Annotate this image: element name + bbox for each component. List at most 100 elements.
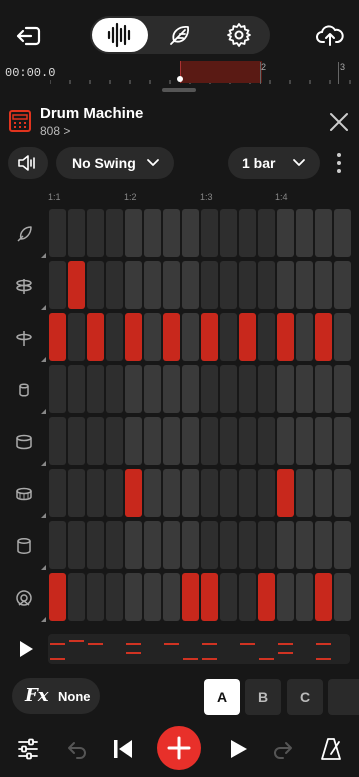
step-cell[interactable] [68,521,85,569]
step-cell[interactable] [68,469,85,517]
skip-back-button[interactable] [111,737,135,761]
step-cell[interactable] [144,209,161,257]
step-cell[interactable] [182,365,199,413]
step-cell[interactable] [315,417,332,465]
step-cell[interactable] [144,261,161,309]
step-cell[interactable] [125,365,142,413]
pattern-c-button[interactable]: C [287,679,323,715]
step-cell[interactable] [334,261,351,309]
step-cell[interactable] [182,261,199,309]
step-cell[interactable] [277,573,294,621]
swing-dropdown[interactable]: No Swing [56,147,174,179]
step-cell[interactable] [315,261,332,309]
step-cell[interactable] [296,521,313,569]
step-cell[interactable] [163,469,180,517]
step-cell[interactable] [144,417,161,465]
step-cell[interactable] [201,417,218,465]
step-cell[interactable] [49,209,66,257]
mixer-button[interactable] [17,738,39,760]
step-cell[interactable] [125,521,142,569]
step-cell[interactable] [315,521,332,569]
pattern-b-button[interactable]: B [245,679,281,715]
track-button-4[interactable] [12,378,36,402]
step-cell[interactable] [239,417,256,465]
step-cell[interactable] [239,209,256,257]
step-cell[interactable] [258,573,275,621]
step-cell[interactable] [220,209,237,257]
step-cell[interactable] [239,573,256,621]
step-cell[interactable] [258,313,275,361]
step-cell[interactable] [106,417,123,465]
step-cell[interactable] [87,417,104,465]
step-cell[interactable] [106,469,123,517]
step-cell[interactable] [182,469,199,517]
step-cell[interactable] [106,209,123,257]
step-cell[interactable] [220,365,237,413]
step-cell[interactable] [49,261,66,309]
step-cell[interactable] [334,209,351,257]
step-cell[interactable] [68,417,85,465]
step-cell[interactable] [296,469,313,517]
step-cell[interactable] [87,521,104,569]
step-cell[interactable] [334,417,351,465]
loop-region[interactable] [180,61,262,83]
step-cell[interactable] [163,313,180,361]
step-cell[interactable] [296,417,313,465]
step-cell[interactable] [163,365,180,413]
step-cell[interactable] [220,469,237,517]
step-cell[interactable] [49,365,66,413]
step-cell[interactable] [182,521,199,569]
step-cell[interactable] [163,573,180,621]
step-cell[interactable] [49,521,66,569]
step-cell[interactable] [277,209,294,257]
step-cell[interactable] [68,313,85,361]
step-cell[interactable] [68,573,85,621]
step-cell[interactable] [296,365,313,413]
step-cell[interactable] [296,573,313,621]
step-cell[interactable] [220,313,237,361]
play-pattern-button[interactable] [16,639,36,659]
track-button-2[interactable] [12,274,36,298]
step-cell[interactable] [182,417,199,465]
more-options-button[interactable] [334,150,344,176]
step-cell[interactable] [87,573,104,621]
step-cell[interactable] [87,209,104,257]
step-cell[interactable] [239,469,256,517]
step-cell[interactable] [258,261,275,309]
step-cell[interactable] [334,365,351,413]
step-cell[interactable] [258,469,275,517]
redo-button[interactable] [272,738,294,760]
step-cell[interactable] [106,261,123,309]
step-cell[interactable] [277,417,294,465]
close-button[interactable] [328,111,350,133]
track-button-6[interactable] [12,482,36,506]
pattern-more-button[interactable] [328,679,359,715]
track-button-5[interactable] [12,430,36,454]
step-cell[interactable] [277,261,294,309]
step-cell[interactable] [315,469,332,517]
step-cell[interactable] [49,573,66,621]
step-cell[interactable] [125,209,142,257]
step-cell[interactable] [144,521,161,569]
step-cell[interactable] [296,209,313,257]
track-button-3[interactable] [12,326,36,350]
step-cell[interactable] [277,313,294,361]
track-button-8[interactable] [12,586,36,610]
step-cell[interactable] [87,469,104,517]
step-cell[interactable] [182,573,199,621]
step-cell[interactable] [315,209,332,257]
length-dropdown[interactable]: 1 bar [228,147,320,179]
step-cell[interactable] [106,365,123,413]
step-cell[interactable] [201,313,218,361]
step-cell[interactable] [125,417,142,465]
step-cell[interactable] [163,417,180,465]
step-cell[interactable] [125,469,142,517]
step-cell[interactable] [296,313,313,361]
step-cell[interactable] [106,313,123,361]
step-cell[interactable] [334,521,351,569]
step-cell[interactable] [182,209,199,257]
mode-feather-button[interactable] [165,22,193,50]
fx-button[interactable]: Fx None [12,678,100,714]
step-cell[interactable] [239,313,256,361]
cloud-upload-button[interactable] [316,22,344,48]
